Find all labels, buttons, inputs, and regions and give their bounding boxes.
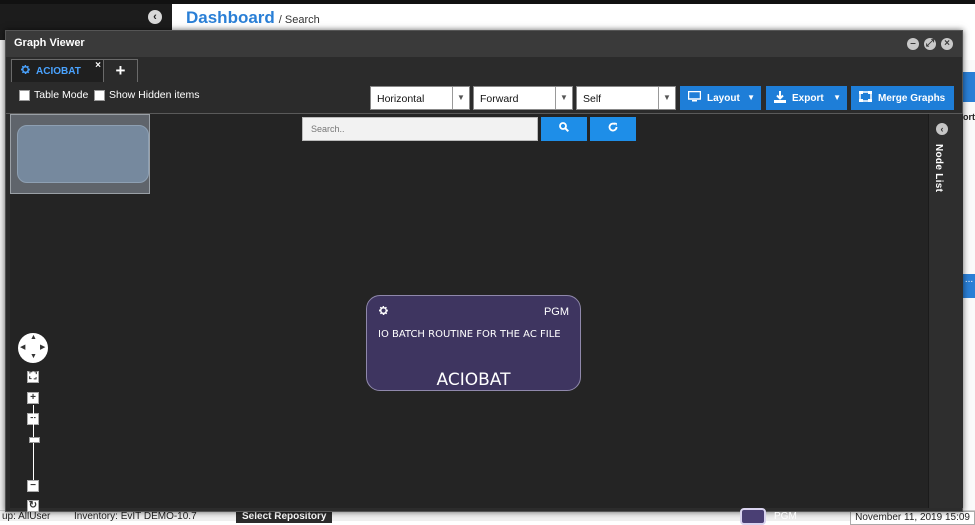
merge-graphs-button[interactable]: Merge Graphs bbox=[851, 86, 954, 110]
scope-select[interactable]: Self ▼ bbox=[576, 86, 676, 110]
search-button[interactable] bbox=[541, 117, 587, 141]
layout-label: Layout bbox=[707, 92, 740, 104]
dialog-titlebar[interactable]: Graph Viewer – ⤢ × bbox=[6, 31, 962, 57]
scope-value: Self bbox=[583, 93, 602, 105]
legend-label: PGM bbox=[774, 511, 797, 522]
pan-control[interactable]: ▲ ▼ ◀ ▶ bbox=[18, 333, 48, 363]
merge-graphs-label: Merge Graphs bbox=[878, 92, 946, 104]
caret-down-icon: ▼ bbox=[833, 93, 841, 102]
right-accent-bar bbox=[962, 72, 975, 102]
minimize-icon[interactable]: – bbox=[907, 38, 919, 50]
monitor-icon bbox=[687, 90, 702, 105]
add-tab-button[interactable]: + bbox=[103, 59, 138, 82]
caret-down-icon: ▼ bbox=[747, 93, 755, 102]
graph-canvas[interactable]: Search.. ▲ ▼ ◀ ▶ ⛶ + − − ↻ PGM bbox=[10, 114, 928, 525]
table-mode-label: Table Mode bbox=[34, 89, 89, 101]
select-repository-button[interactable]: Select Repository bbox=[236, 511, 333, 523]
layout-button[interactable]: Layout ▼ bbox=[680, 86, 761, 110]
gear-icon[interactable] bbox=[378, 305, 389, 319]
orientation-select[interactable]: Horizontal ▼ bbox=[370, 86, 470, 110]
minimap[interactable] bbox=[10, 114, 150, 194]
pan-right-icon[interactable]: ▶ bbox=[40, 343, 45, 351]
restore-icon[interactable]: ⤢ bbox=[924, 38, 936, 50]
zoom-slider-handle[interactable] bbox=[29, 437, 40, 443]
gear-icon bbox=[20, 64, 31, 78]
node-type: PGM bbox=[543, 306, 569, 318]
right-more-button[interactable]: ... bbox=[962, 274, 975, 298]
chevron-down-icon[interactable]: ▼ bbox=[658, 87, 675, 109]
node-name: ACIOBAT bbox=[436, 370, 511, 390]
pan-up-icon[interactable]: ▲ bbox=[30, 334, 37, 341]
export-button[interactable]: Export ▼ bbox=[766, 86, 847, 110]
refresh-button[interactable] bbox=[590, 117, 636, 141]
graph-node[interactable]: PGM IO BATCH ROUTINE FOR THE AC FILE ACI… bbox=[366, 295, 581, 391]
status-date: November 11, 2019 15:09 bbox=[850, 511, 975, 525]
node-list-label: Node List bbox=[933, 144, 944, 193]
direction-select[interactable]: Forward ▼ bbox=[473, 86, 573, 110]
reset-zoom-icon[interactable]: ↻ bbox=[27, 500, 39, 512]
tab-close-icon[interactable]: × bbox=[95, 60, 101, 71]
zoom-out-icon[interactable]: − bbox=[27, 480, 39, 492]
node-list-panel[interactable]: ‹ Node List bbox=[928, 114, 963, 508]
zoom-in-icon[interactable]: + bbox=[27, 392, 39, 404]
search-icon bbox=[559, 122, 570, 135]
merge-icon bbox=[859, 91, 872, 105]
app-right-panel: ort ... bbox=[961, 60, 975, 510]
orientation-value: Horizontal bbox=[377, 93, 425, 105]
minimap-node bbox=[17, 125, 149, 183]
fit-screen-icon[interactable]: ⛶ bbox=[27, 371, 39, 383]
pan-down-icon[interactable]: ▼ bbox=[30, 353, 37, 360]
checkbox-box[interactable] bbox=[19, 89, 30, 101]
close-icon[interactable]: × bbox=[941, 38, 953, 50]
checkbox-box[interactable] bbox=[94, 89, 105, 101]
breadcrumb-dashboard[interactable]: Dashboard bbox=[186, 8, 275, 28]
dialog-title: Graph Viewer bbox=[14, 37, 85, 49]
chevron-down-icon[interactable]: ▼ bbox=[452, 87, 469, 109]
direction-value: Forward bbox=[480, 93, 519, 105]
breadcrumb-search: / Search bbox=[278, 14, 320, 26]
show-hidden-label: Show Hidden items bbox=[109, 89, 200, 101]
status-group: up: AllUser bbox=[2, 511, 51, 522]
refresh-icon bbox=[608, 122, 618, 135]
tab-label: ACIOBAT bbox=[36, 65, 81, 77]
legend-swatch bbox=[740, 508, 766, 525]
chevron-down-icon[interactable]: ▼ bbox=[555, 87, 572, 109]
tab-bar: ACIOBAT × + bbox=[6, 57, 962, 84]
legend: PGM bbox=[740, 508, 797, 525]
node-description: IO BATCH ROUTINE FOR THE AC FILE bbox=[378, 329, 561, 340]
table-mode-checkbox[interactable]: Table Mode bbox=[19, 89, 88, 101]
pan-left-icon[interactable]: ◀ bbox=[20, 343, 25, 351]
search-input[interactable]: Search.. bbox=[302, 117, 538, 141]
tab-aciobat[interactable]: ACIOBAT × bbox=[11, 59, 104, 82]
status-inventory: Inventory: EvIT DEMO-10.7 bbox=[74, 511, 197, 522]
breadcrumb: Dashboard / Search bbox=[186, 8, 320, 32]
show-hidden-checkbox[interactable]: Show Hidden items bbox=[94, 89, 199, 101]
graph-viewer-dialog: Graph Viewer – ⤢ × ACIOBAT × + Table Mod… bbox=[5, 30, 963, 525]
graph-toolbar: Table Mode Show Hidden items Horizontal … bbox=[6, 83, 962, 114]
chevron-left-icon[interactable]: ‹ bbox=[936, 123, 948, 135]
download-icon bbox=[774, 90, 786, 106]
back-icon[interactable]: ‹ bbox=[148, 10, 162, 24]
export-label: Export bbox=[792, 92, 824, 104]
right-panel-text: ort bbox=[963, 112, 975, 122]
